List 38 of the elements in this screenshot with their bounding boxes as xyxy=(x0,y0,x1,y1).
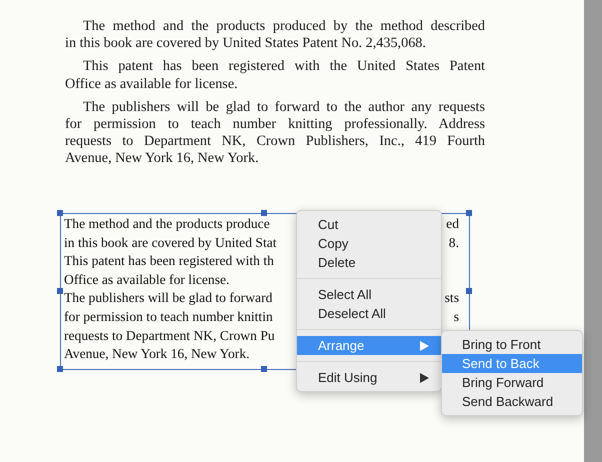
text-line: for permission to teach number knittin xyxy=(64,308,273,326)
text-line: for permission to teach number knitting professionally. Address xyxy=(65,116,485,134)
text-line: in this book are covered by United States Patent No. 2,435,068. xyxy=(65,35,427,52)
menu-item[interactable]: Edit Using xyxy=(297,368,441,387)
text-line: Office as available for license. xyxy=(65,76,239,93)
text-line: The publishers will be glad to forward to the author any requests xyxy=(82,98,485,116)
resize-handle[interactable] xyxy=(57,366,63,372)
menu-item[interactable]: Deselect All xyxy=(297,304,441,323)
text-line: This patent has been registered with the United States Patent xyxy=(82,58,485,76)
resize-handle[interactable] xyxy=(57,288,63,294)
text-line: Avenue, New York 16, New York. xyxy=(64,345,250,364)
text-line: Office as available for license. xyxy=(64,270,230,289)
resize-handle[interactable] xyxy=(261,210,267,216)
text-line: requests to Department NK, Crown Pu xyxy=(64,326,275,345)
text-line: Avenue, New York 16, New York. xyxy=(65,150,260,168)
menu-item[interactable]: Bring Forward xyxy=(442,373,582,392)
menu-item[interactable]: Send Backward xyxy=(442,392,582,411)
text-line: ed xyxy=(446,215,459,233)
resize-handle[interactable] xyxy=(261,366,267,372)
menu-item[interactable]: Select All xyxy=(297,285,441,304)
resize-handle[interactable] xyxy=(57,210,63,216)
text-line: in this book are covered by United Stat xyxy=(64,234,277,252)
text-line: requests to Department NK, Crown Publishers, Inc., 419 Fourth xyxy=(65,133,485,150)
text-line: s xyxy=(454,308,459,326)
resize-handle[interactable] xyxy=(466,288,472,294)
text-line: The method and the products produce xyxy=(64,215,270,233)
text-line: The publishers will be glad to forward xyxy=(64,289,272,308)
submenu-arrow-icon xyxy=(420,340,429,350)
text-line: 8. xyxy=(448,234,459,252)
resize-handle[interactable] xyxy=(466,210,472,216)
text-line: This patent has been registered with th xyxy=(64,252,274,270)
menu-item[interactable]: Cut xyxy=(297,215,441,234)
menu-item[interactable]: Copy xyxy=(297,234,441,253)
menu-item[interactable]: Bring to Front xyxy=(442,335,582,354)
menu-item[interactable]: Delete xyxy=(297,253,441,272)
text-line: sts xyxy=(444,289,459,308)
text-line: The method and the products produced by the method described xyxy=(82,18,485,36)
submenu-arrow-icon xyxy=(420,372,429,382)
